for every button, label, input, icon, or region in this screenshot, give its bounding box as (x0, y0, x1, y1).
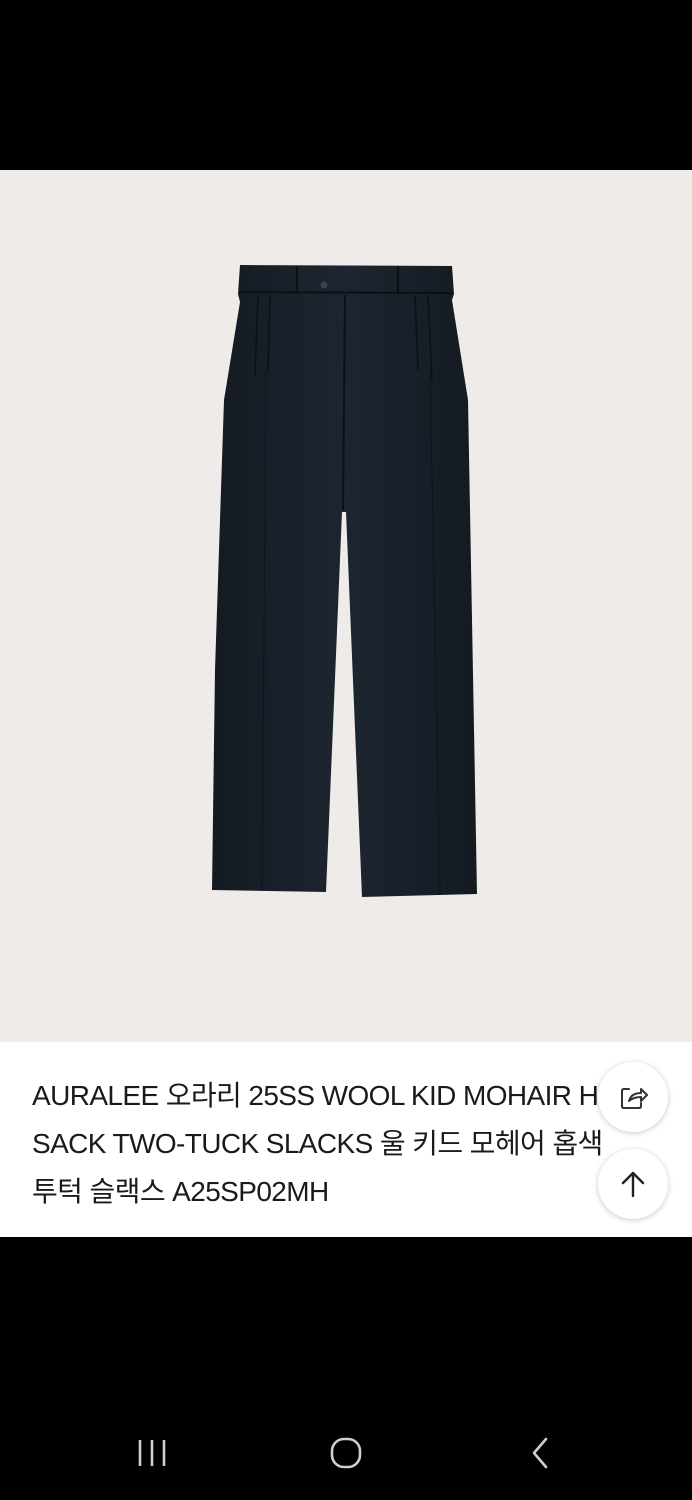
product-image[interactable]: 3 / 8 (0, 170, 692, 1042)
recents-icon (138, 1440, 166, 1466)
scroll-to-top-button[interactable] (598, 1149, 668, 1219)
product-title: AURALEE 오라리 25SS WOOL KID MOHAIR HOP SAC… (32, 1080, 638, 1207)
home-button[interactable] (316, 1433, 376, 1473)
top-black-area (0, 0, 692, 170)
home-icon (330, 1437, 362, 1469)
product-info-section: AURALEE 오라리 25SS WOOL KID MOHAIR HOP SAC… (0, 1042, 692, 1237)
share-button[interactable] (598, 1062, 668, 1132)
recents-button[interactable] (122, 1433, 182, 1473)
back-button[interactable] (510, 1433, 570, 1473)
empty-black-area (0, 1237, 692, 1407)
back-icon (532, 1437, 548, 1469)
pants-illustration (212, 265, 477, 897)
system-navigation-bar (0, 1407, 692, 1500)
arrow-up-icon (621, 1171, 645, 1198)
share-icon (621, 1088, 648, 1109)
